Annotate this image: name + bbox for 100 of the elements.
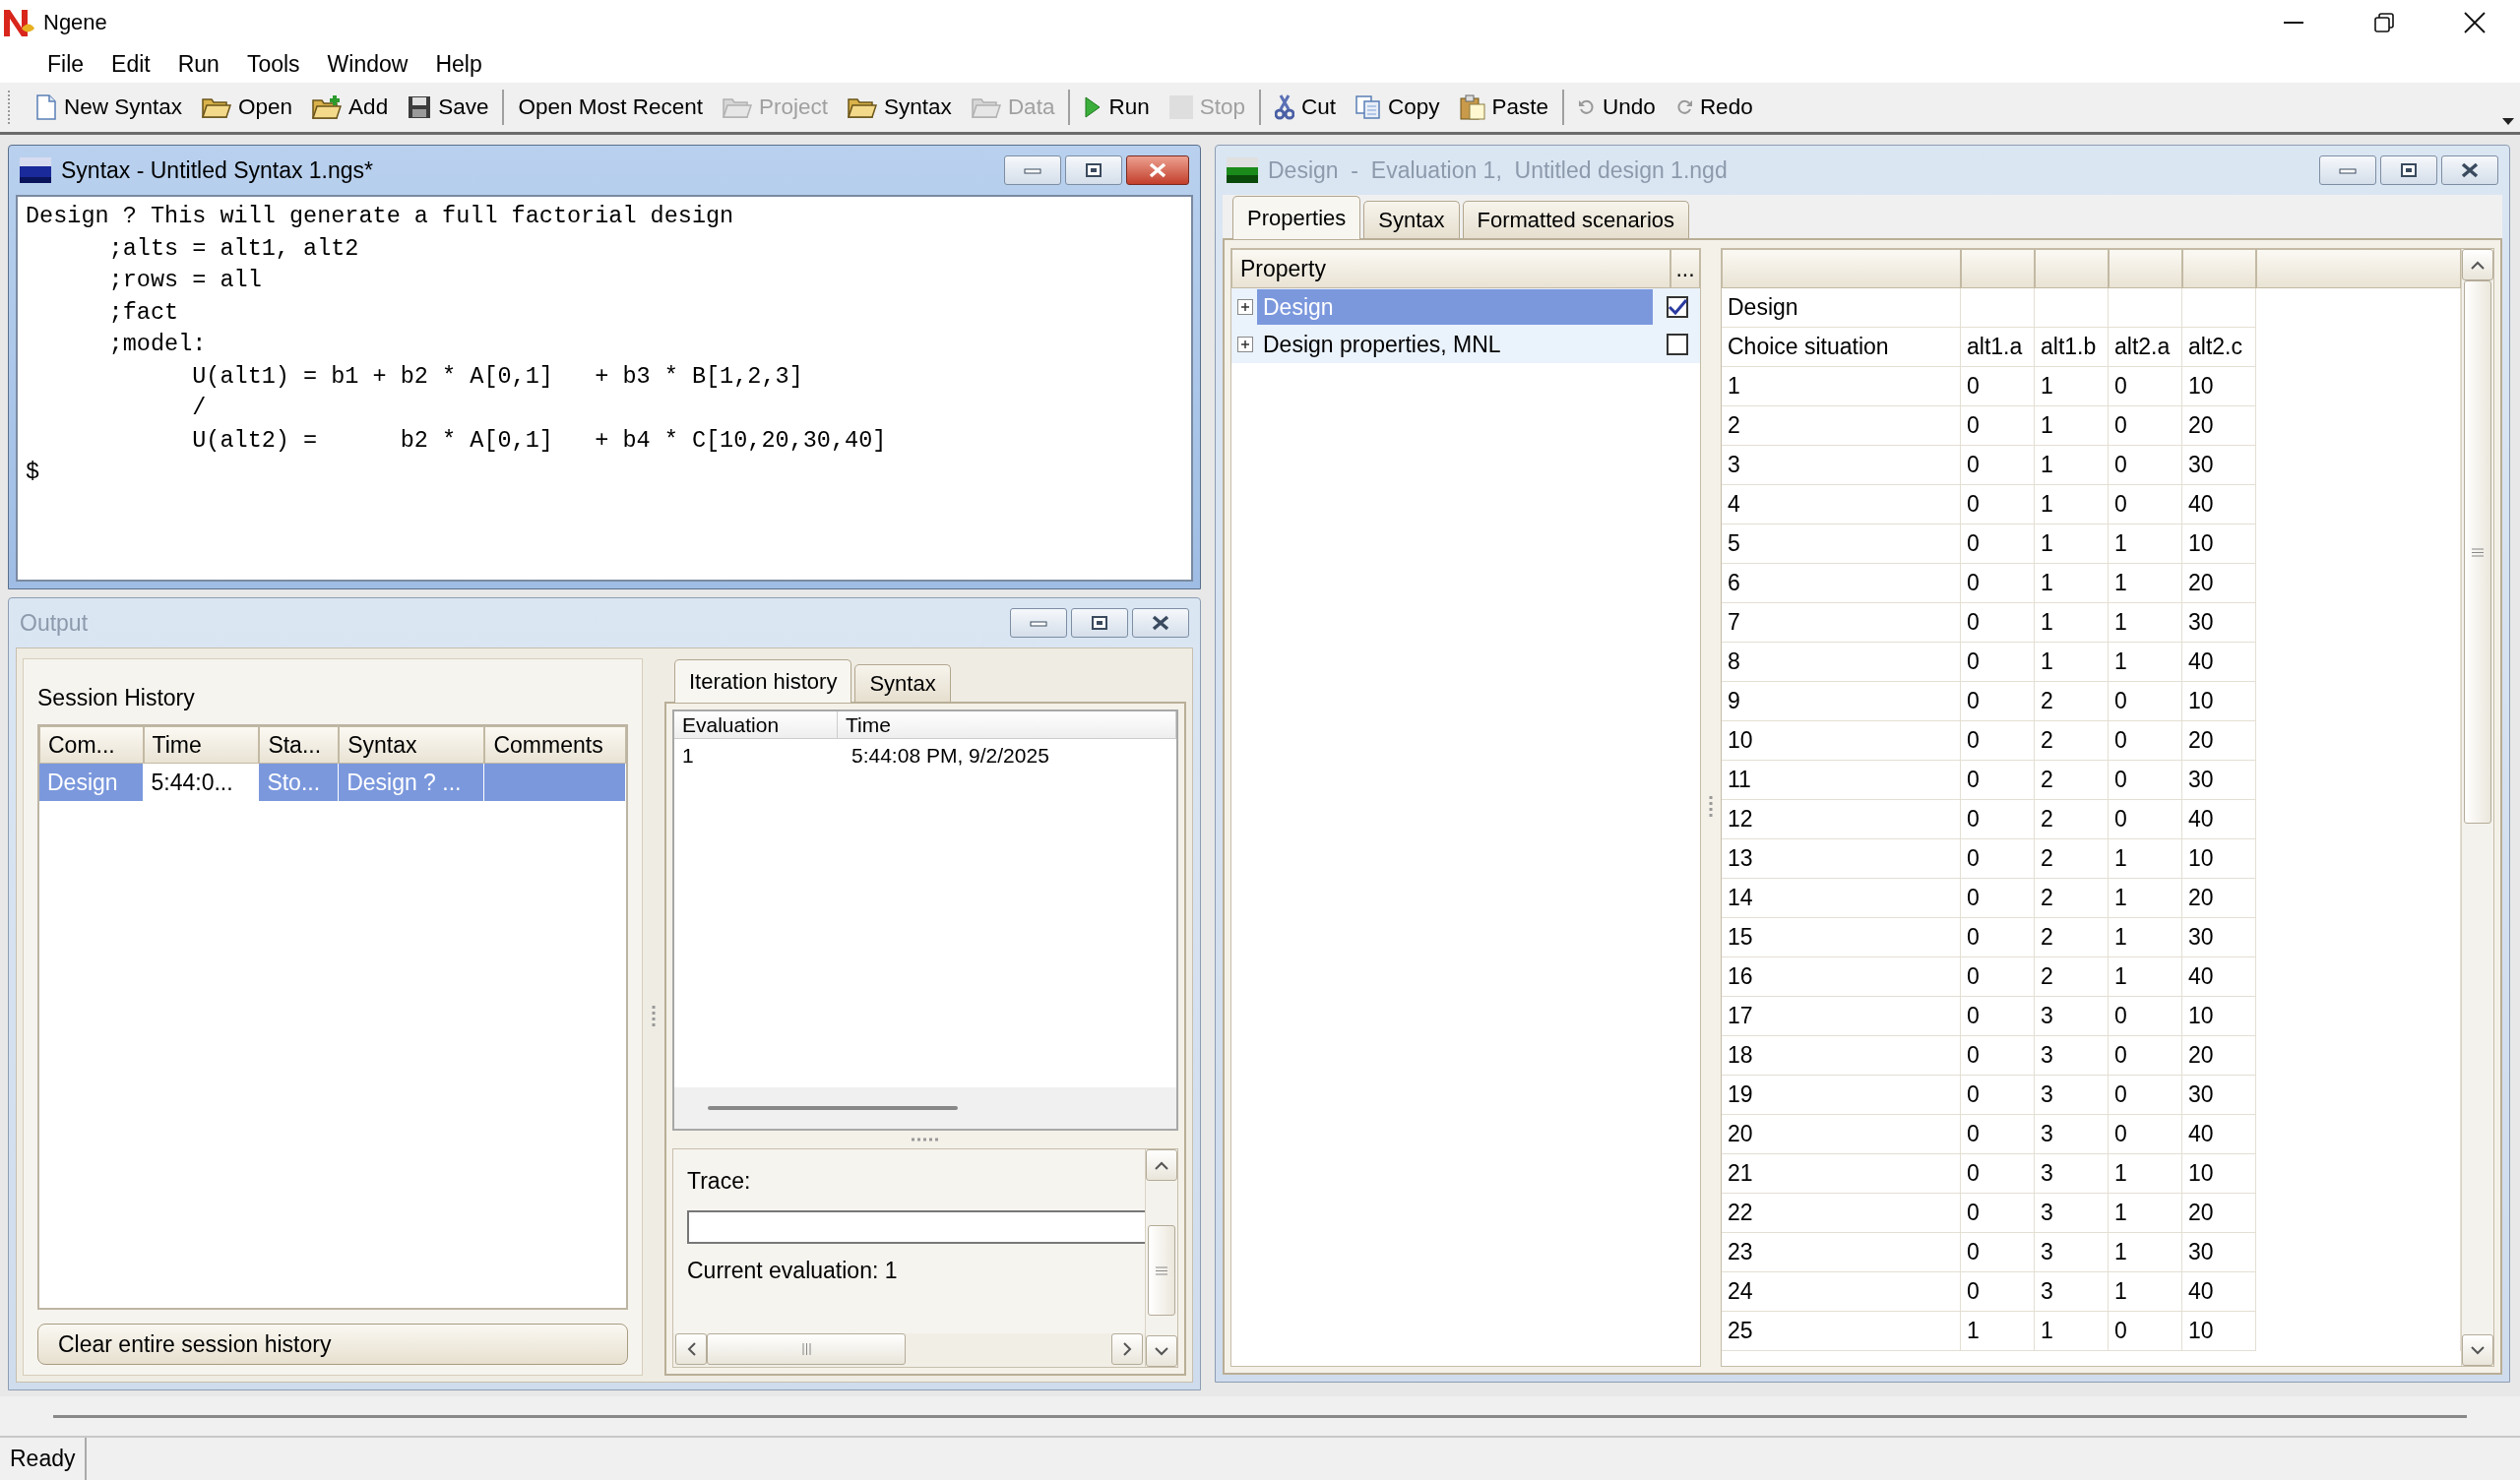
table-cell: 0 [2109,1076,2182,1115]
toolbar-button[interactable]: Paste [1451,91,1557,124]
code-editor[interactable]: Design ? This will generate a full factorial design ;alts = alt1, alt2 ;rows = all ;fact ;model: U(alt1) = b1 + b2 * A[0,1] + b3 * B[1,2,3] / U(alt2) = b2 * A[0,1] + b4 * C[10,20,30,40] $ [16,195,1193,582]
table-cell: 0 [2109,761,2182,800]
table-cell: 0 [1961,1272,2035,1312]
table-cell: 3 [1722,446,1961,485]
caret-left-icon [686,1342,696,1356]
menu-item[interactable]: Run [163,46,233,82]
table-cell: 0 [2109,367,2182,406]
clipboard-icon [1459,94,1485,120]
scroll-down-button[interactable] [1146,1335,1177,1367]
table-cell: 0 [1961,367,2035,406]
window-title: Output [20,609,90,637]
maximize-button[interactable] [1065,155,1122,185]
splitter-grip-icon[interactable] [912,1138,939,1141]
toolbar-button[interactable]: Save [400,91,497,124]
splitter-grip-icon[interactable] [652,1005,656,1029]
scroll-thumb[interactable] [708,1106,958,1110]
table-cell: Design [1722,288,1961,328]
expand-icon[interactable] [1237,299,1253,315]
minimize-icon [1030,618,1047,628]
menu-item[interactable]: Help [421,46,496,82]
scroll-up-button[interactable] [2462,249,2493,280]
table-cell: 2 [2035,721,2109,761]
toolbar-button[interactable]: Cut [1267,91,1344,124]
table-cell: alt1.a [1961,328,2035,367]
table-cell: 0 [1961,1076,2035,1115]
column-header[interactable]: Property [1231,249,1670,288]
table-cell: 1 [2109,839,2182,879]
table-cell: 3 [2035,1036,2109,1076]
table-cell: 10 [2182,997,2256,1036]
trace-field[interactable] [687,1210,1145,1244]
menu-item[interactable]: Tools [232,46,314,82]
table-cell: 2 [2035,800,2109,839]
column-header[interactable]: Time [143,726,260,764]
scroll-right-button[interactable] [1111,1333,1143,1365]
scroll-thumb[interactable] [2464,280,2491,824]
table-cell: 30 [2182,603,2256,643]
table-row[interactable]: Design 5:44:0... Sto... Design ? ... [39,764,626,801]
table-cell: 3 [2035,1115,2109,1154]
toolbar-button[interactable]: Undo [1570,91,1664,124]
toolbar-button[interactable]: Copy [1348,91,1448,124]
expand-icon[interactable] [1237,337,1253,352]
tab[interactable]: Iteration history [674,659,852,703]
close-button[interactable] [1132,608,1189,638]
table-cell: 0 [2109,1036,2182,1076]
menu-item[interactable]: File [33,46,98,82]
code-line: ;rows = all [107,266,262,295]
maximize-button[interactable] [2380,155,2437,185]
table-cell: 3 [2035,1233,2109,1272]
toolbar-button[interactable]: Syntax [840,91,960,124]
table-cell: 1 [2109,524,2182,564]
maximize-button[interactable] [1071,608,1128,638]
table-cell: 10 [2182,367,2256,406]
splitter-grip-icon[interactable] [1709,795,1713,820]
tab[interactable]: Syntax [854,664,951,702]
menu-item[interactable]: Edit [97,46,164,82]
scroll-left-button[interactable] [675,1333,707,1365]
tab[interactable]: Syntax [1363,201,1460,238]
grip-icon [2472,547,2484,557]
column-header[interactable]: Evaluation [674,711,838,739]
toolbar-button[interactable]: Run [1076,91,1158,124]
scroll-thumb[interactable] [707,1333,906,1365]
table-cell: 14 [1722,879,1961,918]
table-cell: 0 [2109,997,2182,1036]
column-header[interactable]: Comments [484,726,626,764]
panel-title: Session History [37,683,196,712]
tab[interactable]: Properties [1232,196,1361,239]
close-button[interactable] [1126,155,1189,185]
restore-icon [1085,162,1102,178]
column-header[interactable]: Sta... [259,726,340,764]
close-button[interactable] [2441,155,2498,185]
checkbox[interactable] [1667,296,1688,318]
toolbar-button[interactable]: Redo [1667,91,1761,124]
tab[interactable]: Formatted scenarios [1462,201,1690,238]
scroll-thumb[interactable] [1148,1225,1175,1316]
table-cell: 0 [2109,485,2182,524]
code-line: U(alt2) = b2 * A[0,1] + b4 * C[10,20,30,40] [191,425,887,456]
table-cell: 30 [2182,918,2256,957]
toolbar-button[interactable]: Add [304,91,397,124]
table-cell: 0 [1961,997,2035,1036]
table-cell: alt2.a [2109,328,2182,367]
scroll-down-button[interactable] [2462,1334,2493,1366]
table-cell: 1 [1961,1312,2035,1351]
scroll-up-button[interactable] [1146,1149,1177,1181]
column-header[interactable]: Com... [39,726,144,764]
table-cell: 20 [2182,1036,2256,1076]
table-cell: 0 [1961,1115,2035,1154]
overflow-caret-icon[interactable] [2502,118,2514,126]
table-cell: 1 [2109,1272,2182,1312]
column-header[interactable]: Syntax [339,726,485,764]
more-button[interactable]: ... [1670,249,1700,288]
toolbar-button[interactable]: Open Most Recent [510,91,712,124]
table-cell: 2 [2035,761,2109,800]
clear-history-button[interactable]: Clear entire session history [37,1324,628,1365]
checkbox[interactable] [1667,334,1688,355]
toolbar-button[interactable]: New Syntax [28,91,191,124]
menu-item[interactable]: Window [313,46,422,82]
column-header[interactable]: Time [838,711,1176,739]
toolbar-button[interactable]: Open [194,91,301,124]
